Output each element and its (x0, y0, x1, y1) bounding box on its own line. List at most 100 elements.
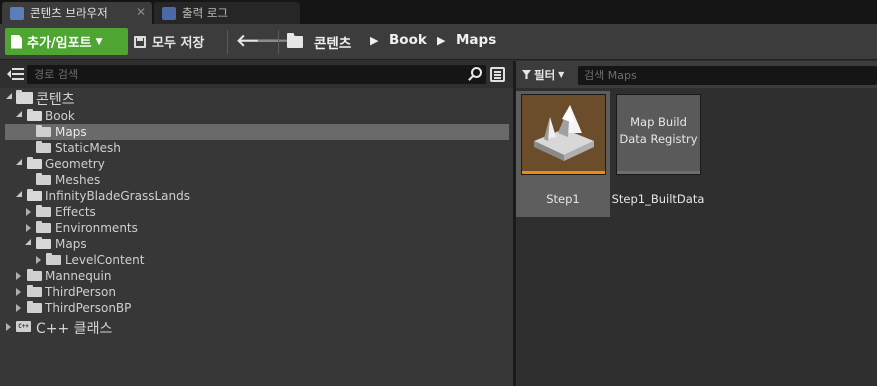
filter-label: 필터 (534, 67, 556, 82)
path-search-bar (0, 61, 513, 88)
tree-item-environments[interactable]: Environments (0, 220, 513, 236)
folder-open-icon (27, 157, 42, 169)
thumbnail-caption: Map Build Data Registry (619, 114, 697, 148)
tree-item-infinitybladegrasslands[interactable]: InfinityBladeGrassLands (0, 188, 513, 204)
tree-item-label: Effects (55, 205, 96, 219)
breadcrumb-book[interactable]: Book (389, 32, 427, 48)
search-icon[interactable] (471, 67, 482, 78)
tree-item-label: LevelContent (65, 253, 145, 267)
thumbnail-caption-line: Map Build (630, 114, 687, 129)
expand-arrow-icon[interactable] (25, 239, 31, 245)
tree-item-thirdpersonbp[interactable]: ThirdPersonBP (0, 300, 513, 316)
breadcrumb-separator-icon[interactable]: ▶ (370, 34, 378, 47)
output-log-icon (162, 6, 176, 20)
collapse-arrow-icon[interactable] (16, 304, 21, 312)
tree-item-mannequin[interactable]: Mannequin (0, 268, 513, 284)
tree-item-book[interactable]: Book (0, 108, 513, 124)
save-all-button[interactable]: 모두 저장 (134, 28, 204, 55)
folder-open-icon (27, 189, 42, 201)
close-icon[interactable]: ✕ (136, 5, 146, 19)
asset-search-input[interactable] (578, 66, 877, 85)
filter-icon (522, 70, 531, 79)
cpp-folder-icon: C++ (16, 321, 31, 332)
folder-open-icon (27, 109, 42, 121)
tree-item-label: Geometry (45, 157, 105, 171)
tree-item-grasslands-maps[interactable]: Maps (0, 236, 513, 252)
chevron-down-icon: ▼ (95, 36, 103, 47)
chevron-down-icon: ▼ (558, 70, 565, 79)
tree-item-label: ThirdPerson (45, 285, 116, 299)
folder-icon (36, 221, 51, 233)
folder-icon (36, 205, 51, 217)
asset-tile-step1[interactable]: Step1 (516, 91, 610, 217)
tree-item-content[interactable]: 콘텐츠 (0, 89, 513, 108)
tree-item-label: Mannequin (45, 269, 112, 283)
floppy-disk-icon (134, 35, 146, 48)
folder-icon (27, 301, 42, 313)
folder-icon (27, 285, 42, 297)
folder-icon (27, 269, 42, 281)
tree-item-label: Meshes (55, 173, 101, 187)
tree-item-effects[interactable]: Effects (0, 204, 513, 220)
collapse-arrow-icon[interactable] (36, 256, 41, 264)
tree-item-label: Environments (55, 221, 138, 235)
tree-item-label: InfinityBladeGrassLands (45, 189, 190, 203)
path-search-input[interactable] (27, 65, 457, 84)
toolbar-divider (227, 30, 228, 54)
tree-item-geometry[interactable]: Geometry (0, 156, 513, 172)
collapse-arrow-icon[interactable] (16, 272, 21, 280)
asset-name: Step1 (546, 192, 580, 206)
tab-label: 출력 로그 (182, 6, 228, 20)
toggle-sources-icon[interactable] (7, 67, 24, 81)
tree-item-label: Maps (55, 237, 87, 251)
path-tree-panel: 콘텐츠 Book Maps StaticMesh Geometry Meshes… (0, 61, 513, 386)
breadcrumb-maps[interactable]: Maps (456, 32, 496, 48)
folder-icon (36, 173, 51, 185)
level-map-icon (534, 105, 594, 161)
tree-item-thirdperson[interactable]: ThirdPerson (0, 284, 513, 300)
content-browser-icon (10, 6, 24, 20)
expand-arrow-icon[interactable] (6, 93, 12, 99)
tab-content-browser[interactable]: 콘텐츠 브라우저 ✕ (2, 2, 152, 24)
view-options-icon[interactable] (490, 67, 505, 82)
collapse-arrow-icon[interactable] (6, 323, 11, 331)
tree-item-cpp-classes[interactable]: C++ C++ 클래스 (0, 318, 513, 337)
asset-name: Step1_BuiltData (611, 192, 705, 206)
collapse-arrow-icon[interactable] (26, 224, 31, 232)
tab-label: 콘텐츠 브라우저 (30, 6, 108, 20)
save-all-label: 모두 저장 (152, 36, 205, 51)
filter-button[interactable]: 필터 ▼ (522, 66, 564, 83)
add-import-label: 추가/임포트 (27, 36, 92, 51)
expand-arrow-icon[interactable] (16, 159, 22, 165)
tree-item-meshes[interactable]: Meshes (0, 172, 513, 188)
collapse-arrow-icon[interactable] (16, 288, 21, 296)
folder-open-icon (36, 237, 51, 249)
build-data-thumbnail: Map Build Data Registry (616, 94, 701, 175)
breadcrumb-content[interactable]: 콘텐츠 (314, 32, 351, 52)
tree-item-label: Maps (55, 125, 87, 139)
tab-bar: 콘텐츠 브라우저 ✕ 출력 로그 (0, 0, 877, 24)
asset-type-color-bar (617, 171, 700, 174)
tree-item-maps[interactable]: Maps (5, 124, 509, 140)
add-import-button[interactable]: 추가/임포트 ▼ (5, 28, 128, 55)
tree-item-levelcontent[interactable]: LevelContent (0, 252, 513, 268)
tree-item-staticmesh[interactable]: StaticMesh (0, 140, 513, 156)
tab-output-log[interactable]: 출력 로그 (154, 2, 300, 24)
asset-tile-step1-builtdata[interactable]: Map Build Data Registry Step1_BuiltData (611, 91, 705, 217)
tree-item-label: StaticMesh (55, 141, 121, 155)
expand-arrow-icon[interactable] (16, 111, 22, 117)
tree-item-label: C++ 클래스 (36, 321, 113, 337)
toolbar-divider (278, 30, 279, 54)
asset-filter-bar: 필터 ▼ (516, 61, 877, 88)
folder-icon (287, 33, 303, 48)
asset-type-color-bar (522, 171, 605, 174)
breadcrumb-separator-icon[interactable]: ▶ (437, 34, 445, 47)
expand-arrow-icon[interactable] (16, 191, 22, 197)
tree-item-label: 콘텐츠 (36, 92, 75, 108)
folder-open-icon (16, 90, 33, 104)
collapse-arrow-icon[interactable] (26, 208, 31, 216)
level-map-thumbnail (521, 94, 606, 175)
asset-view-panel: 필터 ▼ Step1 Map Build (516, 61, 877, 386)
asset-search-field[interactable] (578, 66, 877, 85)
path-search-field[interactable] (27, 65, 486, 84)
